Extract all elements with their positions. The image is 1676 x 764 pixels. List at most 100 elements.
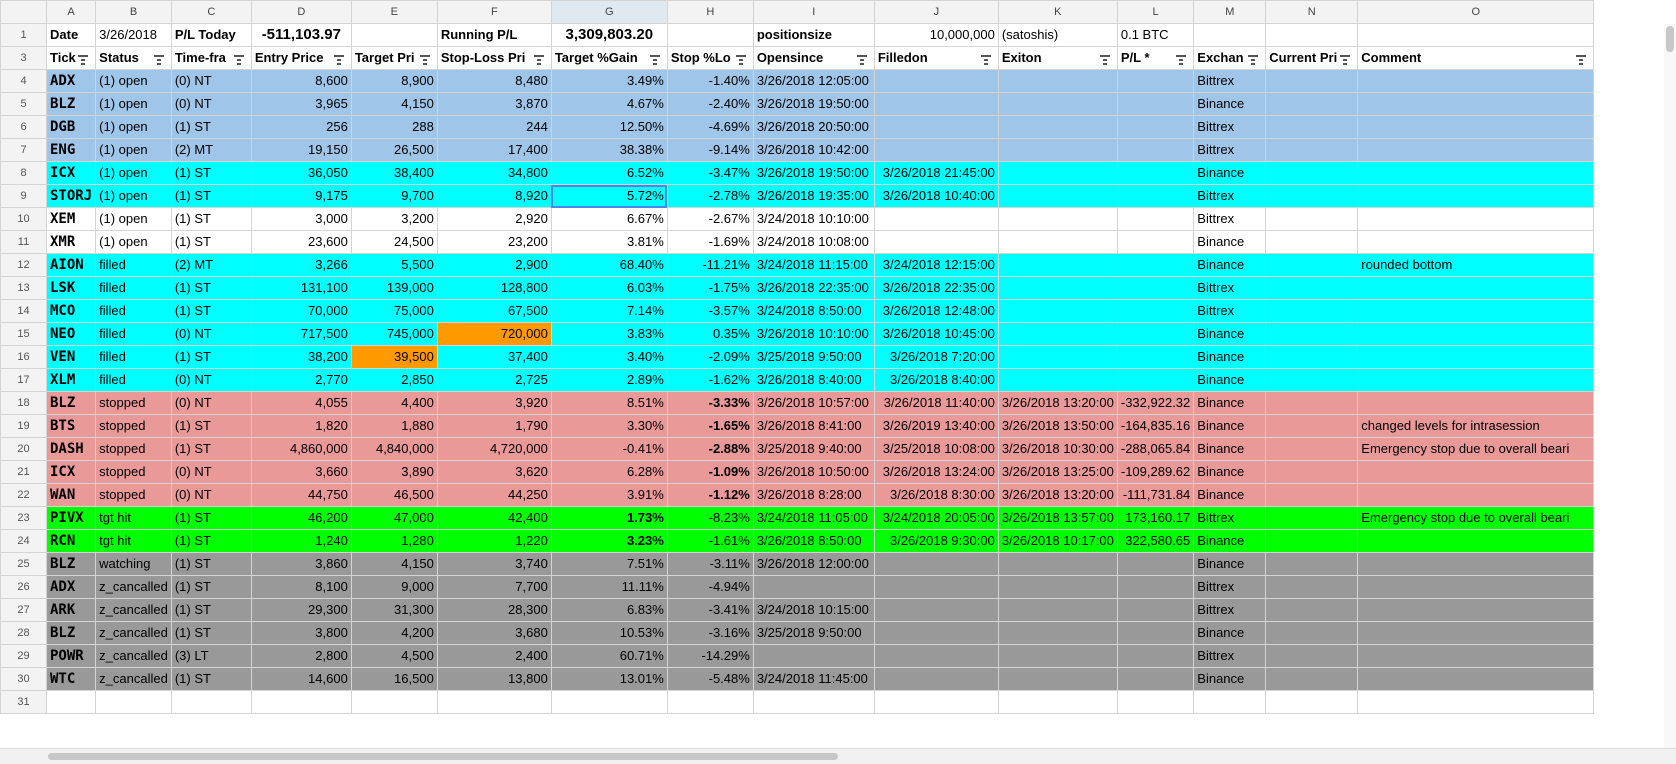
cell-status[interactable]: (1) open [95,69,172,93]
cell-status[interactable]: watching [95,552,172,576]
cell-tick[interactable]: ARK [45,598,97,622]
cell-timeframe[interactable]: (0) NT [170,69,252,93]
cell-exchange[interactable]: Binance [1193,253,1267,277]
cell-exiton[interactable] [997,598,1118,622]
cell-timeframe[interactable]: (1) ST [170,276,252,300]
summary-cell-a[interactable]: Date [45,23,97,47]
cell-status[interactable]: stopped [95,391,172,415]
cell-target-price[interactable] [350,690,438,714]
cell-exiton[interactable] [997,92,1118,116]
cell-timeframe[interactable]: (1) ST [170,345,252,369]
cell-opensince[interactable]: 3/26/2018 12:05:00 [752,69,875,93]
cell-target-gain[interactable]: 5.72% [550,184,668,208]
cell-comment[interactable] [1357,276,1595,300]
header-target-gain[interactable]: Target %Gain [550,46,668,70]
cell-exchange[interactable]: Binance [1193,621,1267,645]
cell-exchange[interactable]: Binance [1193,483,1267,507]
cell-stop-loss-price[interactable]: 23,200 [436,230,552,254]
cell-filledon[interactable]: 3/26/2018 8:30:00 [873,483,999,507]
cell-stop-loss-pct[interactable]: -4.94% [666,575,754,599]
row-header[interactable]: 21 [0,460,47,484]
column-header-h[interactable]: H [666,0,754,24]
cell-stop-loss-price[interactable]: 720,000 [436,322,552,346]
cell-target-gain[interactable]: 12.50% [550,115,668,139]
cell-tick[interactable]: ADX [45,575,97,599]
cell-exchange[interactable]: Binance [1193,414,1267,438]
cell-comment[interactable] [1357,552,1595,576]
row-header[interactable]: 29 [0,644,47,668]
cell-pl[interactable] [1116,552,1195,576]
cell-pl[interactable]: -164,835.16 [1116,414,1195,438]
cell-comment[interactable] [1357,345,1595,369]
cell-tick[interactable]: ICX [45,161,97,185]
cell-target-gain[interactable]: 4.67% [550,92,668,116]
filter-icon[interactable] [77,48,92,69]
row-header[interactable]: 20 [0,437,47,461]
cell-exiton[interactable]: 3/26/2018 10:30:00 [997,437,1118,461]
table-row[interactable]: 26 ADX z_cancalled (1) ST 8,100 9,000 7,700 11.… [0,575,1595,599]
filter-icon[interactable] [1575,48,1590,69]
row-header[interactable]: 25 [0,552,47,576]
cell-stop-loss-price[interactable]: 244 [436,115,552,139]
cell-timeframe[interactable]: (1) ST [170,299,252,323]
cell-target-gain[interactable]: 13.01% [550,667,668,691]
cell-filledon[interactable] [873,92,999,116]
cell-opensince[interactable]: 3/26/2018 8:28:00 [752,483,875,507]
cell-opensince[interactable]: 3/24/2018 8:50:00 [752,299,875,323]
filter-icon[interactable] [1099,48,1114,69]
cell-pl[interactable] [1116,667,1195,691]
cell-filledon[interactable] [873,69,999,93]
cell-timeframe[interactable]: (1) ST [170,161,252,185]
summary-cell-d[interactable]: -511,103.97 [250,23,352,47]
summary-cell-c[interactable]: P/L Today [170,23,252,47]
cell-pl[interactable] [1116,92,1195,116]
cell-pl[interactable] [1116,368,1195,392]
row-header[interactable]: 31 [0,690,47,714]
cell-exiton[interactable] [997,368,1118,392]
cell-stop-loss-pct[interactable]: -2.78% [666,184,754,208]
cell-exchange[interactable]: Bittrex [1193,69,1267,93]
cell-pl[interactable] [1116,253,1195,277]
cell-tick[interactable]: BLZ [45,92,97,116]
cell-stop-loss-price[interactable] [436,690,552,714]
cell-tick[interactable]: WAN [45,483,97,507]
cell-tick[interactable]: LSK [45,276,97,300]
table-row[interactable]: 15 NEO filled (0) NT 717,500 745,000 720,000 3.… [0,322,1595,346]
cell-filledon[interactable]: 3/26/2018 10:45:00 [873,322,999,346]
cell-entry-price[interactable]: 4,055 [250,391,352,415]
filter-icon[interactable] [649,48,664,69]
cell-stop-loss-price[interactable]: 3,680 [436,621,552,645]
cell-entry-price[interactable]: 23,600 [250,230,352,254]
cell-exchange[interactable]: Binance [1193,161,1267,185]
cell-entry-price[interactable]: 1,820 [250,414,352,438]
cell-timeframe[interactable]: (1) ST [170,506,252,530]
row-header[interactable]: 11 [0,230,47,254]
cell-opensince[interactable]: 3/26/2018 10:57:00 [752,391,875,415]
cell-stop-loss-pct[interactable]: -3.47% [666,161,754,185]
summary-cell-f[interactable]: Running P/L [436,23,552,47]
cell-target-price[interactable]: 39,500 [350,345,438,369]
cell-status[interactable]: (1) open [95,207,172,231]
cell-stop-loss-price[interactable]: 2,400 [436,644,552,668]
cell-exchange[interactable]: Binance [1193,345,1267,369]
cell-target-price[interactable]: 3,890 [350,460,438,484]
cell-stop-loss-pct[interactable]: -5.48% [666,667,754,691]
cell-pl[interactable] [1116,575,1195,599]
cell-entry-price[interactable]: 3,266 [250,253,352,277]
cell-stop-loss-pct[interactable]: -1.40% [666,69,754,93]
cell-current-price[interactable] [1265,69,1359,93]
cell-target-gain[interactable]: 60.71% [550,644,668,668]
cell-comment[interactable] [1357,92,1595,116]
cell-target-price[interactable]: 139,000 [350,276,438,300]
cell-opensince[interactable]: 3/26/2018 8:41:00 [752,414,875,438]
cell-exiton[interactable]: 3/26/2018 10:17:00 [997,529,1118,553]
cell-current-price[interactable] [1265,621,1359,645]
cell-opensince[interactable]: 3/24/2018 10:08:00 [752,230,875,254]
cell-exiton[interactable] [997,345,1118,369]
cell-tick[interactable]: VEN [45,345,97,369]
cell-opensince[interactable]: 3/26/2018 10:10:00 [752,322,875,346]
cell-stop-loss-pct[interactable]: -2.40% [666,92,754,116]
cell-comment[interactable] [1357,184,1595,208]
cell-pl[interactable]: -332,922.32 [1116,391,1195,415]
table-row[interactable]: 19 BTS stopped (1) ST 1,820 1,880 1,790 3.30% -1… [0,414,1595,438]
